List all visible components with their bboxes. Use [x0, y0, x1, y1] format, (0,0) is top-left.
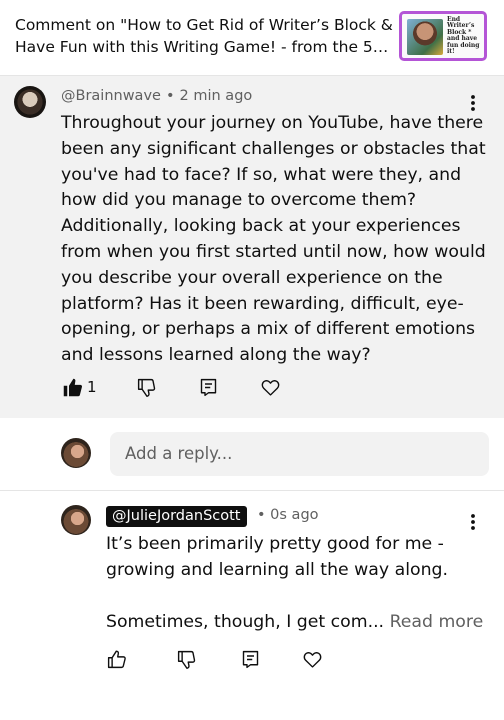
- like-count: 1: [87, 378, 97, 396]
- reply-author-badge[interactable]: @JulieJordanScott: [106, 506, 247, 527]
- reply-text-truncated: Sometimes, though, I get com...: [106, 612, 385, 632]
- reply-text-line: growing and learning all the way along.: [106, 560, 448, 580]
- video-title[interactable]: Comment on "How to Get Rid of Writer’s B…: [15, 14, 393, 58]
- reply-comment: @JulieJordanScott • 0s ago It’s been pri…: [0, 500, 504, 700]
- video-title-line1: Comment on "How to Get Rid of Writer’s B…: [15, 16, 393, 34]
- comment-actions: 1: [60, 375, 283, 399]
- divider: [0, 490, 504, 491]
- avatar: [61, 438, 91, 468]
- reply-meta: • 0s ago: [257, 507, 319, 523]
- thumbnail-text: End Writer’s Block * and have fun doing …: [447, 16, 480, 56]
- thumbs-down-icon[interactable]: [135, 375, 159, 399]
- reply-icon[interactable]: [238, 647, 262, 671]
- avatar[interactable]: [14, 86, 46, 118]
- reply-actions: [104, 647, 324, 671]
- heart-icon[interactable]: [300, 647, 324, 671]
- video-thumbnail[interactable]: End Writer’s Block * and have fun doing …: [399, 11, 487, 61]
- thumbs-up-icon[interactable]: [104, 647, 128, 671]
- meta-separator: •: [257, 507, 266, 523]
- heart-icon[interactable]: [259, 375, 283, 399]
- reply-time: 0s ago: [270, 507, 319, 523]
- avatar[interactable]: [61, 505, 91, 535]
- comment-meta: @Brainnwave • 2 min ago: [61, 88, 252, 104]
- reply-input[interactable]: Add a reply...: [110, 432, 489, 476]
- reply-composer: Add a reply...: [0, 430, 504, 484]
- comment-text: Throughout your journey on YouTube, have…: [61, 113, 486, 366]
- video-title-line2: Have Fun with this Writing Game! - from …: [15, 38, 393, 56]
- more-vertical-icon[interactable]: [467, 512, 479, 532]
- comment-time: 2 min ago: [179, 88, 253, 104]
- reply-text: It’s been primarily pretty good for me -…: [106, 531, 483, 635]
- reply-text-line: Sometimes, though, I get com... Read mor…: [106, 609, 483, 635]
- thumbs-up-filled-icon[interactable]: [60, 375, 84, 399]
- comment-header: Comment on "How to Get Rid of Writer’s B…: [0, 0, 504, 76]
- reply-icon[interactable]: [197, 375, 221, 399]
- highlighted-comment: @Brainnwave • 2 min ago Throughout your jo…: [0, 76, 504, 418]
- more-vertical-icon[interactable]: [467, 93, 479, 113]
- thumbnail-photo: [407, 19, 443, 55]
- thumbs-down-icon[interactable]: [174, 647, 198, 671]
- reply-text-line: It’s been primarily pretty good for me -: [106, 534, 444, 554]
- read-more-link[interactable]: Read more: [390, 612, 484, 632]
- comment-author[interactable]: @Brainnwave: [61, 88, 161, 104]
- meta-separator: •: [165, 88, 175, 104]
